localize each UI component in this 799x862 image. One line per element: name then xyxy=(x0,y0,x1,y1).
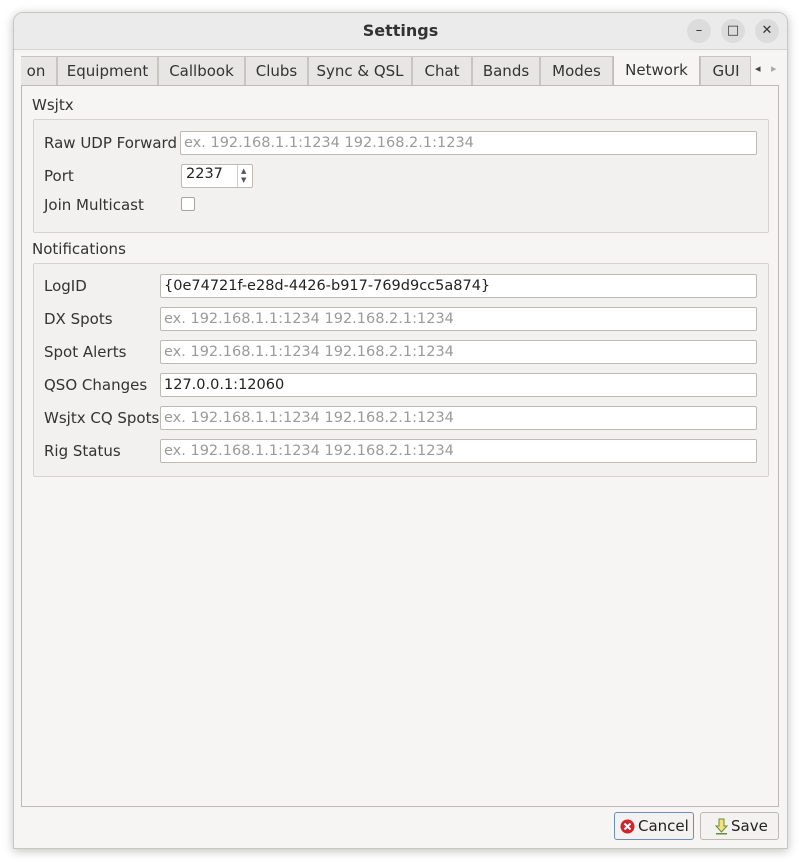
spot-alerts-label: Spot Alerts xyxy=(44,343,127,361)
spin-up-icon[interactable]: ▲ xyxy=(241,167,246,175)
window-title: Settings xyxy=(362,21,439,40)
tab-bands[interactable]: Bands xyxy=(472,56,540,85)
settings-window: Settings – □ ✕ on Equipment Callbook Clu… xyxy=(13,12,788,849)
port-spin-arrows[interactable]: ▲ ▼ xyxy=(237,165,252,187)
tab-scroll-left-icon[interactable]: ◂ xyxy=(755,62,761,75)
qso-changes-label: QSO Changes xyxy=(44,376,148,394)
save-arrow-icon xyxy=(715,818,728,835)
tab-sync-qsl[interactable]: Sync & QSL xyxy=(308,56,412,85)
raw-udp-forward-label: Raw UDP Forward xyxy=(44,134,177,152)
title-bar[interactable]: Settings – □ ✕ xyxy=(14,13,787,50)
port-spinbox[interactable]: 2237 ▲ ▼ xyxy=(181,164,253,188)
dx-spots-label: DX Spots xyxy=(44,310,113,328)
cancel-label: Cancel xyxy=(638,817,689,835)
close-icon[interactable]: ✕ xyxy=(755,19,779,43)
tab-network[interactable]: Network xyxy=(613,56,700,86)
tab-bar: on Equipment Callbook Clubs Sync & QSL C… xyxy=(21,56,778,86)
tab-modes[interactable]: Modes xyxy=(540,56,613,85)
join-multicast-checkbox[interactable] xyxy=(181,197,195,211)
port-value: 2237 xyxy=(186,166,223,182)
save-label: Save xyxy=(731,817,768,835)
minimize-icon[interactable]: – xyxy=(687,19,711,43)
tab-equipment[interactable]: Equipment xyxy=(57,56,158,85)
tab-partial[interactable]: on xyxy=(21,56,57,85)
tab-clubs[interactable]: Clubs xyxy=(245,56,308,85)
tab-gui[interactable]: GUI xyxy=(700,56,752,85)
save-button[interactable]: Save xyxy=(700,812,779,840)
maximize-icon[interactable]: □ xyxy=(721,19,745,43)
cancel-button[interactable]: Cancel xyxy=(614,812,694,840)
logid-input[interactable]: {0e74721f-e28d-4426-b917-769d9cc5a874} xyxy=(160,274,757,298)
port-label: Port xyxy=(44,167,74,185)
wsjtx-group-title: Wsjtx xyxy=(32,96,74,114)
spin-down-icon[interactable]: ▼ xyxy=(241,176,246,184)
tab-callbook[interactable]: Callbook xyxy=(158,56,245,85)
tab-scroll-right-icon[interactable]: ▸ xyxy=(771,62,777,75)
join-multicast-label: Join Multicast xyxy=(44,196,144,214)
tab-chat[interactable]: Chat xyxy=(412,56,472,85)
cancel-icon xyxy=(620,819,635,834)
logid-label: LogID xyxy=(44,277,87,295)
notifications-group-title: Notifications xyxy=(32,240,126,258)
qso-changes-input[interactable]: 127.0.0.1:12060 xyxy=(160,373,757,397)
wsjtx-cq-spots-label: Wsjtx CQ Spots xyxy=(44,409,160,427)
raw-udp-forward-input[interactable]: ex. 192.168.1.1:1234 192.168.2.1:1234 xyxy=(180,131,757,155)
dx-spots-input[interactable]: ex. 192.168.1.1:1234 192.168.2.1:1234 xyxy=(160,307,757,331)
rig-status-input[interactable]: ex. 192.168.1.1:1234 192.168.2.1:1234 xyxy=(160,439,757,463)
wsjtx-cq-spots-input[interactable]: ex. 192.168.1.1:1234 192.168.2.1:1234 xyxy=(160,406,757,430)
rig-status-label: Rig Status xyxy=(44,442,121,460)
tab-scroll-buttons: ◂ ▸ xyxy=(750,56,785,85)
spot-alerts-input[interactable]: ex. 192.168.1.1:1234 192.168.2.1:1234 xyxy=(160,340,757,364)
network-panel: Wsjtx Raw UDP Forward ex. 192.168.1.1:12… xyxy=(21,85,779,807)
